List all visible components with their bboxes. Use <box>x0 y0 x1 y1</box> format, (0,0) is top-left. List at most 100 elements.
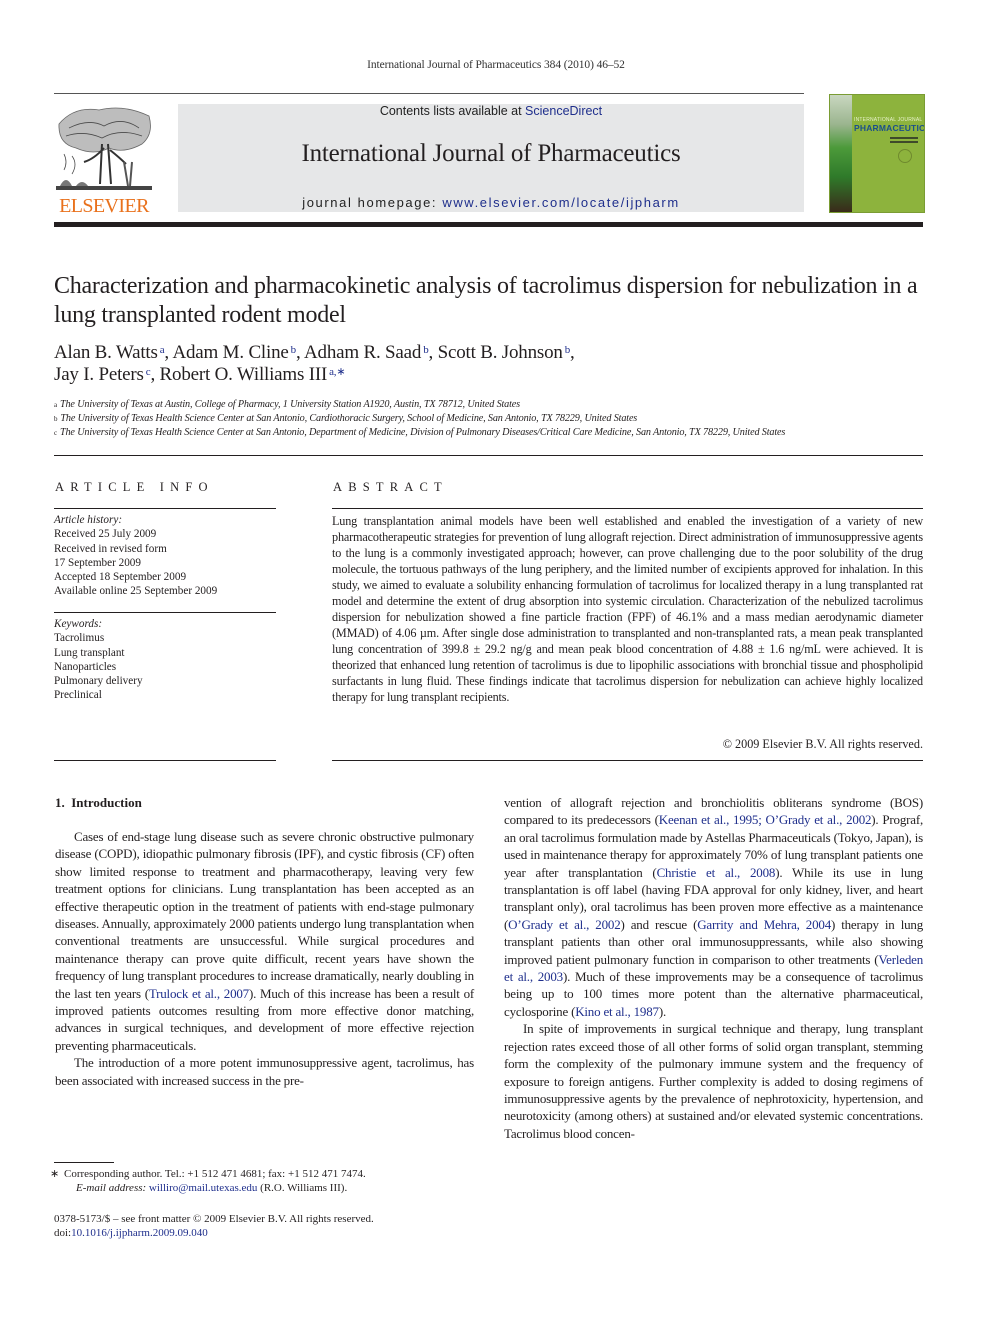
keyword: Preclinical <box>54 689 102 702</box>
affiliation-key: c <box>54 429 57 438</box>
issn-line: 0378-5173/$ – see front matter © 2009 El… <box>54 1213 374 1225</box>
divider <box>54 612 276 613</box>
history-label: Article history: <box>54 514 123 526</box>
elsevier-tree-icon <box>56 107 152 190</box>
author-separator: , <box>570 342 575 363</box>
author-name: Adham R. Saad <box>304 342 422 363</box>
cover-test-tube-image <box>830 95 852 212</box>
affiliation-marker[interactable]: c <box>146 366 151 378</box>
doi-prefix: doi: <box>54 1227 72 1240</box>
author-name: Alan B. Watts <box>54 342 158 363</box>
abstract-text: Lung transplantation animal models have … <box>332 514 923 704</box>
cover-emblem-icon <box>898 149 912 163</box>
keywords-label: Keywords: <box>54 618 103 630</box>
affiliation-marker[interactable]: b <box>565 344 571 356</box>
homepage-link[interactable]: www.elsevier.com/locate/ijpharm <box>442 195 679 210</box>
masthead-divider <box>54 222 923 227</box>
body-text: The introduction of a more potent immuno… <box>55 1055 474 1088</box>
author-name: Adam M. Cline <box>172 342 289 363</box>
citation-link[interactable]: Trulock et al., 2007 <box>149 986 249 1001</box>
history-entry: Received in revised form <box>54 542 167 555</box>
citation-link[interactable]: Keenan et al., 1995; O’Grady et al., 200… <box>659 812 872 827</box>
body-paragraph: vention of allograft rejection and bronc… <box>504 794 923 1020</box>
body-text: ) and rescue ( <box>620 916 698 932</box>
keywords: Keywords: Tacrolimus Lung transplant Nanop… <box>54 617 276 703</box>
elsevier-logo[interactable]: ELSEVIER <box>54 104 154 216</box>
affiliation-key: b <box>54 415 58 424</box>
affiliation-text: The University of Texas Health Science C… <box>60 413 638 425</box>
affiliation-marker[interactable]: b <box>423 344 429 356</box>
front-matter: 0378-5173/$ – see front matter © 2009 El… <box>54 1212 474 1241</box>
keyword-list: Tacrolimus Lung transplant Nanoparticles Pu… <box>54 631 276 702</box>
history-entry: 17 September 2009 <box>54 556 141 569</box>
sciencedirect-link[interactable]: ScienceDirect <box>525 104 602 118</box>
corresponding-author-text: Corresponding author. Tel.: +1 512 471 4… <box>64 1168 366 1180</box>
article-title: Characterization and pharmacokinetic ana… <box>54 273 918 328</box>
history-entry: Available online 25 September 2009 <box>54 585 218 598</box>
affiliation-marker[interactable]: a,∗ <box>329 366 345 378</box>
author-separator: , <box>295 342 304 363</box>
author-separator: , <box>150 364 160 385</box>
author-name: Robert O. Williams III <box>159 364 328 385</box>
affiliation-marker[interactable]: a <box>160 344 165 356</box>
journal-masthead: Contents lists available at ScienceDirec… <box>178 104 804 212</box>
homepage-line: journal homepage: www.elsevier.com/locat… <box>178 195 804 210</box>
abstract-heading: ABSTRACT <box>333 480 448 494</box>
cover-text-bar <box>890 141 918 143</box>
affiliation-text: The University of Texas Health Science C… <box>59 427 786 439</box>
body-paragraph: Cases of end-stage lung disease such as … <box>55 828 474 1054</box>
history-entry: Accepted 18 September 2009 <box>54 571 187 584</box>
journal-cover-thumbnail[interactable]: INTERNATIONAL JOURNAL OF PHARMACEUTICS <box>829 94 925 213</box>
divider <box>54 508 276 509</box>
body-text: In spite of improvements in surgical tec… <box>504 1021 923 1141</box>
keyword: Nanoparticles <box>54 660 117 673</box>
footnote-marker: ∗ <box>50 1168 60 1180</box>
journal-title: International Journal of Pharmaceutics <box>301 140 681 167</box>
affiliation: a The University of Texas at Austin, Coll… <box>54 398 934 412</box>
citation-link[interactable]: Kino et al., 1987 <box>575 1004 659 1019</box>
body-column-left: Cases of end-stage lung disease such as … <box>55 828 474 1089</box>
body-text: ). Much of these improvements may be a c… <box>504 969 923 1019</box>
contents-prefix: Contents lists available at <box>379 104 526 118</box>
article-history: Article history: Received 25 July 2009 Re… <box>54 513 276 599</box>
affiliation: b The University of Texas Health Science … <box>54 412 934 426</box>
corresponding-author-footnote: ∗ Corresponding author. Tel.: +1 512 471 … <box>50 1167 484 1196</box>
body-column-right: vention of allograft rejection and bronc… <box>504 794 923 1142</box>
email-label: E-mail address: <box>76 1182 147 1195</box>
email-link[interactable]: williro@mail.utexas.edu <box>149 1182 258 1194</box>
history-entry: Received 25 July 2009 <box>54 528 157 541</box>
citation-link[interactable]: Garrity and Mehra, 2004 <box>697 917 831 932</box>
affiliation-list: a The University of Texas at Austin, Coll… <box>54 398 934 441</box>
doi-link[interactable]: 10.1016/j.ijpharm.2009.09.040 <box>71 1227 208 1239</box>
citation-link[interactable]: Christie et al., 2008 <box>657 865 776 880</box>
divider <box>332 508 923 509</box>
cover-text-bar <box>890 137 918 139</box>
body-paragraph: The introduction of a more potent immuno… <box>55 1054 474 1089</box>
section-divider <box>54 455 923 456</box>
affiliation: c The University of Texas Health Science … <box>54 426 934 440</box>
footnote-rule <box>54 1162 114 1163</box>
abstract-copyright: © 2009 Elsevier B.V. All rights reserved… <box>722 737 923 751</box>
keyword: Tacrolimus <box>54 632 105 645</box>
divider <box>332 760 923 761</box>
body-text: Cases of end-stage lung disease such as … <box>55 829 474 1001</box>
article-info-heading: ARTICLE INFO <box>55 480 214 494</box>
elsevier-wordmark: ELSEVIER <box>59 195 149 217</box>
author-separator: , <box>428 342 438 363</box>
email-suffix: (R.O. Williams III). <box>257 1182 348 1195</box>
cover-title: PHARMACEUTICS <box>854 123 925 133</box>
history-list: Received 25 July 2009 Received in revised… <box>54 527 276 598</box>
homepage-prefix: journal homepage: <box>302 195 443 210</box>
running-head: International Journal of Pharmaceutics 3… <box>367 59 625 71</box>
author-name: Jay I. Peters <box>54 364 144 385</box>
citation-link[interactable]: O’Grady et al., 2002 <box>508 917 621 932</box>
affiliation-text: The University of Texas at Austin, Colle… <box>59 399 520 410</box>
contents-line: Contents lists available at ScienceDirec… <box>178 104 804 118</box>
author-list: Alan B. Watts a, Adam M. Cline b, Adham R.… <box>54 342 934 386</box>
keyword: Lung transplant <box>54 646 125 659</box>
body-text: ). <box>658 1003 667 1019</box>
affiliation-marker[interactable]: b <box>291 344 297 356</box>
keyword: Pulmonary delivery <box>54 675 143 688</box>
top-rule <box>54 93 804 94</box>
divider <box>54 760 276 761</box>
